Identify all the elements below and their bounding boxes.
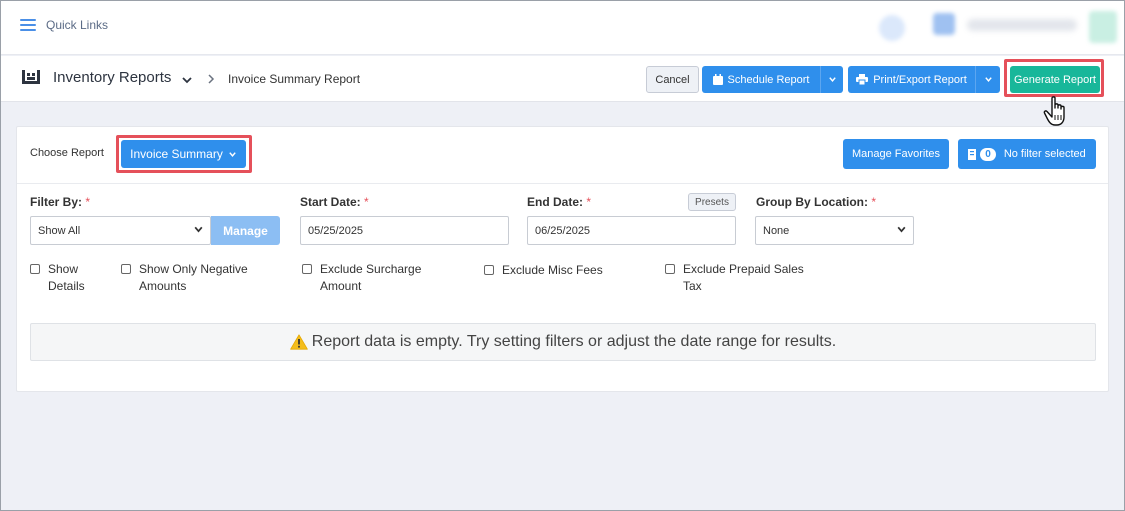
breadcrumb-current: Invoice Summary Report [228,72,361,86]
filter-count-badge: 0 [980,147,996,161]
group-by-location-select[interactable]: None [755,216,914,245]
schedule-report-button[interactable]: Schedule Report [702,66,820,93]
group-by-location-value: None [763,224,790,237]
chevron-down-icon [194,226,203,233]
empty-report-message: Report data is empty. Try setting filter… [30,323,1096,361]
chevron-down-icon [984,77,992,82]
report-header: Inventory Reports Invoice Summary Report… [1,56,1124,102]
filter-status-label: No filter selected [1003,148,1086,160]
checkbox-box[interactable] [484,265,494,275]
chevron-down-icon[interactable] [181,74,193,86]
show-only-negative-amounts-checkbox[interactable]: Show Only Negative Amounts [121,261,291,295]
quick-links-link[interactable]: Quick Links [46,18,108,32]
exclude-misc-fees-checkbox[interactable]: Exclude Misc Fees [484,262,644,282]
blurred-action-icon [1089,11,1117,43]
blurred-avatar-icon [879,15,905,41]
checkbox-box[interactable] [30,264,40,274]
report-type-highlight [116,135,252,173]
end-date-value: 06/25/2025 [535,224,591,237]
filter-by-label: Filter By: * [30,195,91,209]
blurred-app-icon [933,13,955,35]
filter-by-select[interactable]: Show All [30,216,211,245]
chevron-down-icon [828,77,836,82]
report-card: Choose Report Invoice Summary Manage Fav… [16,126,1109,392]
schedule-report-label: Schedule Report [727,73,810,86]
start-date-value: 05/25/2025 [308,224,364,237]
exclude-surcharge-amount-checkbox[interactable]: Exclude Surcharge Amount [302,261,472,295]
chevron-right-icon [208,74,215,84]
warehouse-icon [22,70,40,84]
page-title[interactable]: Inventory Reports [53,69,171,86]
group-by-location-label: Group By Location: * [756,195,877,209]
blurred-user-name [967,19,1077,31]
manage-favorites-button[interactable]: Manage Favorites [843,139,949,169]
menu-icon[interactable] [20,19,36,31]
warning-icon [289,334,308,350]
presets-button[interactable]: Presets [688,193,736,211]
exclude-prepaid-sales-tax-checkbox[interactable]: Exclude Prepaid Sales Tax [665,261,845,295]
end-date-input[interactable]: 06/25/2025 [527,216,736,245]
chevron-down-icon [897,226,906,233]
schedule-report-dropdown[interactable] [820,66,843,93]
print-export-button[interactable]: Print/Export Report [848,66,975,93]
print-export-label: Print/Export Report [873,73,967,86]
hand-cursor-icon [1043,96,1065,126]
quick-links-bar: Quick Links [1,1,1124,55]
manage-filter-button[interactable]: Manage [211,216,280,245]
show-details-checkbox[interactable]: Show Details [30,261,120,295]
checkbox-box[interactable] [121,264,131,274]
printer-icon [856,74,869,85]
print-export-dropdown[interactable] [975,66,1000,93]
checkbox-box[interactable] [302,264,312,274]
start-date-input[interactable]: 05/25/2025 [300,216,509,245]
checkbox-box[interactable] [665,264,675,274]
cancel-button[interactable]: Cancel [646,66,699,93]
calendar-icon [712,74,723,85]
filter-status-button[interactable]: 0 No filter selected [958,139,1096,169]
empty-report-text: Report data is empty. Try setting filter… [311,333,837,350]
end-date-label: End Date: * [527,195,592,209]
generate-report-highlight [1004,59,1104,97]
start-date-label: Start Date: * [300,195,369,209]
filter-by-value: Show All [38,224,81,237]
choose-report-label: Choose Report [30,147,104,159]
report-selector-bar: Choose Report Invoice Summary Manage Fav… [17,127,1108,184]
filter-icon [968,148,977,160]
